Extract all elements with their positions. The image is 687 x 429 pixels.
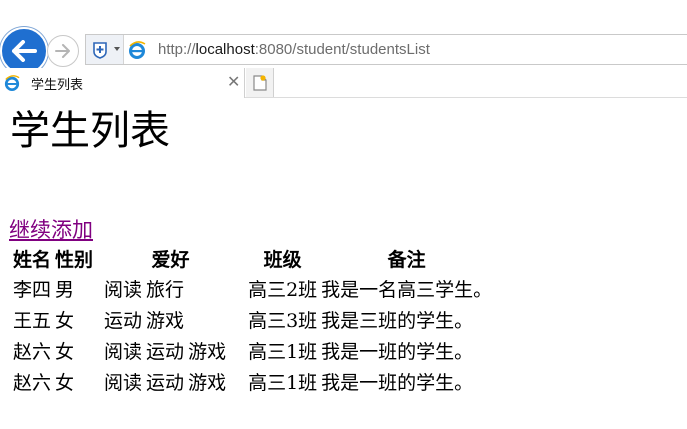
close-tab-icon[interactable]: ✕	[227, 72, 240, 92]
cell-hobby-3	[187, 273, 245, 304]
cell-hobby-2: 旅行	[146, 279, 185, 301]
page-content: 学生列表 继续添加 姓名 性别 爱好 班级 备注 李四 男 阅读 旅行 高三2班…	[0, 98, 687, 429]
ie-logo-icon	[4, 75, 20, 91]
table-row: 王五 女 运动 游戏 高三3班 我是三班的学生。	[12, 304, 493, 335]
tab-title: 学生列表	[31, 78, 84, 93]
cell-hobby-1: 阅读	[104, 279, 143, 301]
ie-logo-icon	[129, 41, 146, 59]
new-tab-icon	[252, 74, 267, 91]
cell-hobby-1: 运动	[104, 310, 143, 332]
column-header-class: 班级	[263, 248, 302, 271]
cell-hobby-1: 阅读	[104, 341, 143, 363]
cell-class: 高三2班	[248, 279, 318, 301]
cell-name: 赵六	[13, 372, 52, 394]
cell-name: 王五	[13, 310, 52, 332]
cell-gender: 女	[55, 310, 75, 332]
table-row: 赵六 女 阅读 运动 游戏 高三1班 我是一班的学生。	[12, 366, 493, 397]
cell-class: 高三1班	[248, 372, 318, 394]
forward-arrow-icon	[55, 44, 70, 58]
column-header-name: 姓名	[13, 248, 52, 271]
cell-hobby-2: 游戏	[146, 310, 185, 332]
forward-button[interactable]	[47, 35, 79, 67]
cell-hobby-3: 游戏	[188, 341, 227, 363]
cell-hobby-3: 游戏	[188, 372, 227, 394]
cell-gender: 男	[55, 279, 75, 301]
column-header-hobbies: 爱好	[151, 248, 190, 271]
compatibility-view-icon	[93, 41, 107, 59]
browser-toolbar: http://localhost:8080/student/studentsLi…	[0, 0, 687, 75]
cell-class: 高三3班	[248, 310, 318, 332]
url-host: localhost	[195, 41, 255, 58]
cell-name: 李四	[13, 279, 52, 301]
students-table: 姓名 性别 爱好 班级 备注 李四 男 阅读 旅行 高三2班 我是一名高三学生。…	[10, 243, 495, 397]
cell-hobby-1: 阅读	[104, 372, 143, 394]
new-tab-button[interactable]	[246, 68, 274, 97]
url-text[interactable]: http://localhost:8080/student/studentsLi…	[158, 41, 430, 58]
tab-bar: 学生列表 ✕	[0, 68, 687, 98]
cell-hobby-2: 运动	[146, 341, 185, 363]
column-header-gender: 性别	[55, 248, 94, 271]
dropdown-caret-icon	[114, 47, 120, 51]
compatibility-view-button[interactable]	[86, 35, 124, 64]
cell-hobby-3	[187, 304, 245, 335]
cell-gender: 女	[55, 372, 75, 394]
tab-students-list[interactable]: 学生列表 ✕	[0, 68, 245, 98]
table-row: 李四 男 阅读 旅行 高三2班 我是一名高三学生。	[12, 273, 493, 304]
back-arrow-icon	[12, 40, 37, 62]
column-header-remark: 备注	[387, 248, 426, 271]
table-header-row: 姓名 性别 爱好 班级 备注	[12, 243, 493, 273]
address-bar[interactable]: http://localhost:8080/student/studentsLi…	[85, 34, 687, 65]
continue-add-link[interactable]: 继续添加	[9, 214, 93, 244]
cell-gender: 女	[55, 341, 75, 363]
url-prefix: http://	[158, 41, 196, 58]
url-path: :8080/student/studentsList	[254, 41, 430, 58]
cell-name: 赵六	[13, 341, 52, 363]
cell-remark: 我是一班的学生。	[321, 372, 474, 394]
cell-remark: 我是一班的学生。	[321, 341, 474, 363]
table-row: 赵六 女 阅读 运动 游戏 高三1班 我是一班的学生。	[12, 335, 493, 366]
page-title: 学生列表	[10, 108, 170, 154]
cell-remark: 我是一名高三学生。	[321, 279, 493, 301]
cell-remark: 我是三班的学生。	[321, 310, 474, 332]
cell-hobby-2: 运动	[146, 372, 185, 394]
cell-class: 高三1班	[248, 341, 318, 363]
